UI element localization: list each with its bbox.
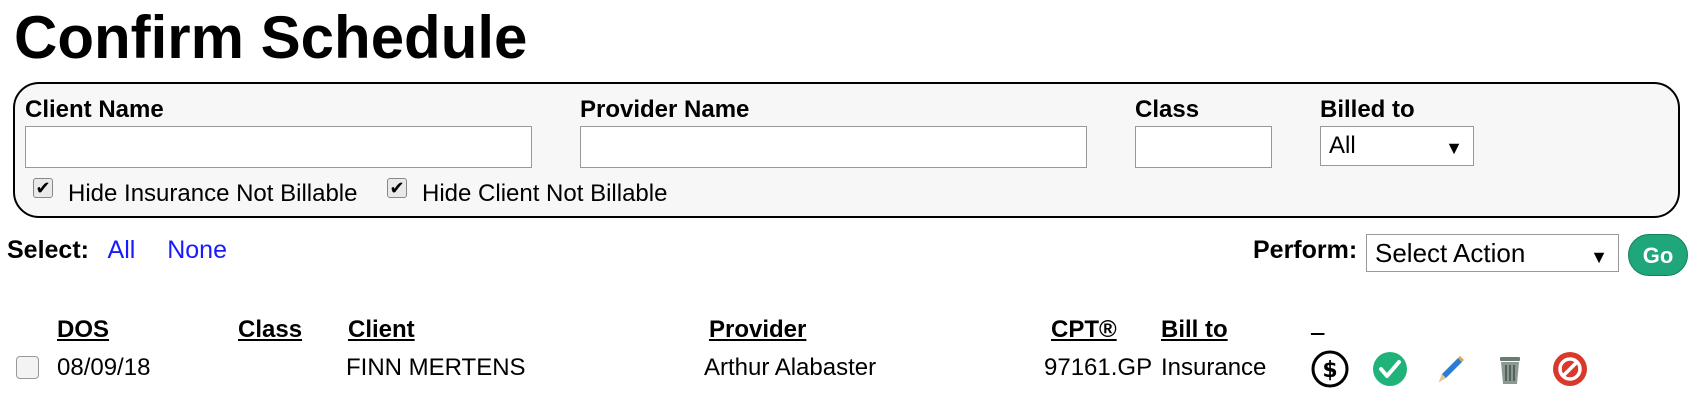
page-title: Confirm Schedule [14,4,528,71]
class-label: Class [1135,96,1200,123]
hide-insurance-label: Hide Insurance Not Billable [68,180,358,207]
dropdown-arrow-icon: ▼ [1445,138,1463,158]
column-header-provider[interactable]: Provider [709,316,806,344]
selection-bar: Select: All None [7,236,227,265]
billed-to-value: All [1329,132,1356,159]
column-header-dos[interactable]: DOS [57,316,109,344]
hide-insurance-checkbox[interactable]: ✔ [33,178,53,198]
dropdown-arrow-icon: ▼ [1590,247,1608,267]
select-none-link[interactable]: None [167,236,227,264]
row-bill-to: Insurance [1161,354,1267,381]
hide-client-label: Hide Client Not Billable [422,180,668,207]
svg-text:$: $ [1322,358,1337,383]
column-header-bill-to[interactable]: Bill to [1161,316,1228,344]
check-icon[interactable] [1371,350,1409,388]
column-header-class[interactable]: Class [238,316,302,344]
dollar-icon[interactable]: $ [1311,350,1349,388]
column-header-client[interactable]: Client [348,316,415,344]
select-label: Select: [7,236,89,264]
class-input[interactable] [1135,126,1272,168]
provider-name-label: Provider Name [580,96,750,123]
go-button[interactable]: Go [1628,234,1688,276]
column-header-actions: _ [1311,310,1325,337]
pencil-icon[interactable] [1431,350,1469,388]
row-dos: 08/09/18 [57,354,151,381]
row-provider: Arthur Alabaster [704,354,877,381]
row-cpt: 97161.GP [1044,354,1153,381]
provider-name-input[interactable] [580,126,1087,168]
billed-to-select[interactable]: All ▼ [1320,126,1474,166]
row-checkbox[interactable] [16,356,39,379]
billed-to-label: Billed to [1320,96,1415,123]
hide-client-checkbox[interactable]: ✔ [387,178,407,198]
trash-icon[interactable] [1491,350,1529,388]
filter-panel: Client Name Provider Name Class Billed t… [13,82,1680,218]
client-name-input[interactable] [25,126,532,168]
row-client: FINN MERTENS [346,354,526,381]
client-name-label: Client Name [25,96,164,123]
select-all-link[interactable]: All [108,236,136,264]
perform-label: Perform: [1253,236,1358,264]
action-select[interactable]: Select Action ▼ [1366,234,1619,272]
action-select-value: Select Action [1375,238,1526,268]
column-header-cpt[interactable]: CPT® [1051,316,1117,344]
cancel-icon[interactable] [1551,350,1589,388]
